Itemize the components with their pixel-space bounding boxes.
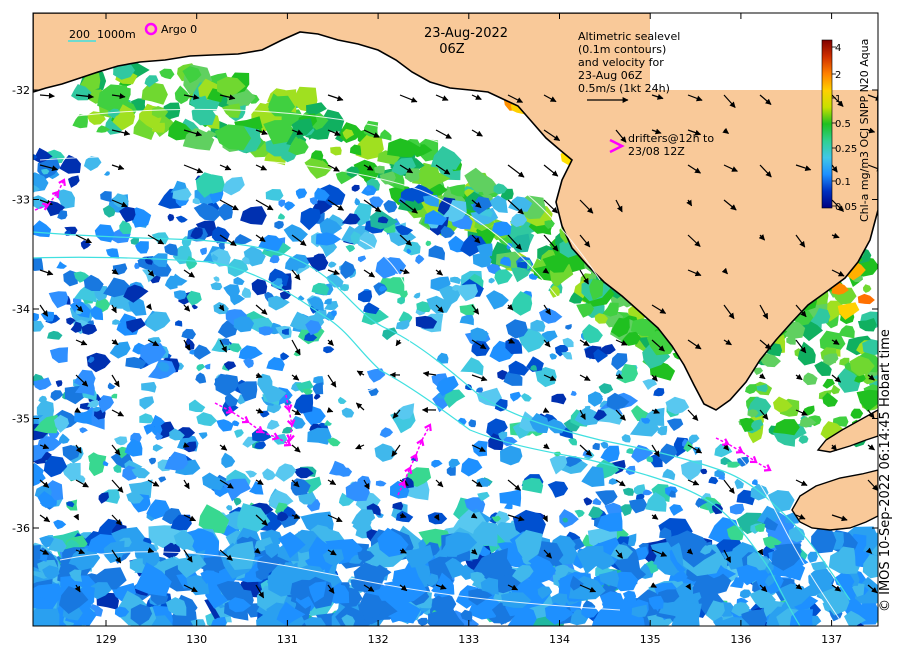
lon-tick-label: 129 — [96, 633, 117, 646]
lon-tick-label: 135 — [640, 633, 661, 646]
altimetry-line-3: and velocity for — [578, 56, 664, 69]
lon-tick-label: 134 — [549, 633, 570, 646]
colorbar-tick-label: 1 — [835, 94, 841, 105]
map-time: 06Z — [439, 42, 465, 57]
lat-tick-label: -34 — [12, 303, 30, 316]
altimetry-line-1: Altimetric sealevel — [578, 30, 680, 43]
lon-tick-label: 131 — [277, 633, 298, 646]
colorbar-tick-label: 4 — [835, 43, 841, 54]
colorbar-label: Chl-a mg/m3 OCI SNPP N20 Aqua — [858, 38, 871, 222]
lat-tick-label: -32 — [12, 84, 30, 97]
lat-tick-label: -35 — [12, 413, 30, 426]
colorbar-tick-label: 0.05 — [835, 202, 857, 213]
lat-tick-label: -33 — [12, 194, 30, 207]
lon-tick-label: 130 — [186, 633, 207, 646]
colorbar-tick-label: 0.25 — [835, 144, 857, 155]
altimetry-line-4: 23-Aug 06Z — [578, 69, 643, 82]
colorbar — [821, 39, 833, 209]
gulf-water — [650, 13, 878, 90]
altimetry-line-5: 0.5m/s (1kt 24h) — [578, 82, 670, 95]
drifter-line-1: drifters@12h to — [628, 132, 714, 145]
colorbar-tick-label: 0.5 — [835, 119, 851, 130]
chl-patch — [33, 257, 44, 271]
credit-text: © IMOS 10-Sep-2022 06:14:45 Hobart time — [878, 329, 893, 612]
colorbar-tick-label: 0.1 — [835, 177, 851, 188]
map-date: 23-Aug-2022 — [424, 26, 508, 41]
lat-tick-label: -36 — [12, 522, 30, 535]
drifter-line-2: 23/08 12Z — [628, 145, 685, 158]
lon-tick-label: 136 — [730, 633, 751, 646]
lon-tick-label: 132 — [368, 633, 389, 646]
colorbar-tick-label: 2 — [835, 70, 841, 81]
lon-tick-label: 137 — [821, 633, 842, 646]
ocean-color-map: 129 130 131 132 133 134 135 136 137 -32 -33 -34 -35… — [12, 12, 879, 646]
altimetry-line-2: (0.1m contours) — [578, 43, 666, 56]
lon-tick-label: 133 — [458, 633, 479, 646]
isobath-legend-label: 200 1000m — [69, 28, 136, 41]
argo-legend-label: Argo 0 — [161, 23, 197, 36]
